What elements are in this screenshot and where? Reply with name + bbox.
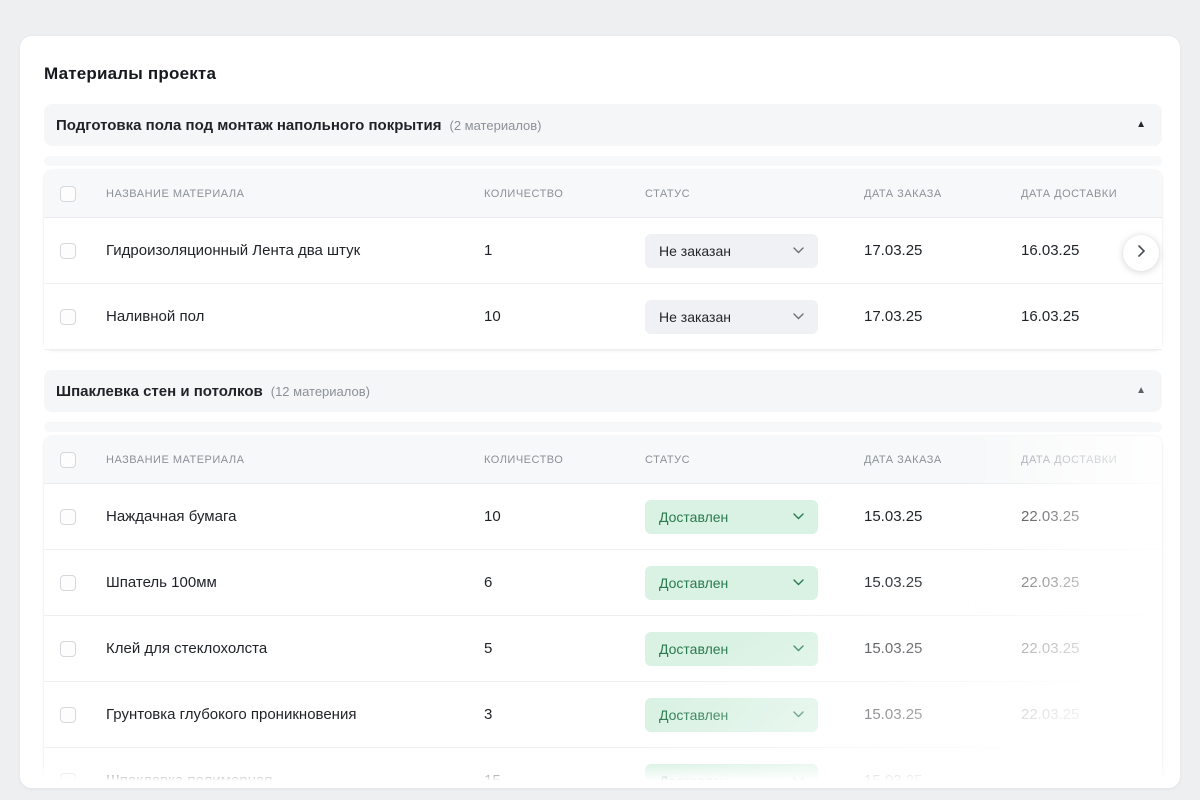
row-checkbox[interactable] (60, 509, 76, 525)
table-row: Шпатель 100мм 6 Доставлен 15.03.25 22.03… (44, 550, 1162, 616)
status-dropdown[interactable]: Доставлен (645, 500, 818, 534)
material-name: Грунтовка глубокого проникновения (106, 706, 484, 723)
delivery-date: 22.03.25 (1021, 772, 1162, 788)
material-name: Шпатель 100мм (106, 574, 484, 591)
table-row: Грунтовка глубокого проникновения 3 Дост… (44, 682, 1162, 748)
order-date: 15.03.25 (864, 574, 1021, 591)
table-row: Гидроизоляционный Лента два штук 1 Не за… (44, 218, 1162, 284)
row-checkbox[interactable] (60, 309, 76, 325)
order-date: 15.03.25 (864, 640, 1021, 657)
order-date: 17.03.25 (864, 308, 1021, 325)
section-count: (2 материалов) (450, 118, 542, 133)
material-name: Наливной пол (106, 308, 484, 325)
chevron-down-icon (793, 579, 804, 586)
row-checkbox[interactable] (60, 641, 76, 657)
material-name: Наждачная бумага (106, 508, 484, 525)
material-name: Гидроизоляционный Лента два штук (106, 242, 484, 259)
chevron-down-icon (793, 711, 804, 718)
column-header-order-date: ДАТА ЗАКАЗА (864, 454, 1021, 466)
material-quantity: 6 (484, 574, 645, 591)
row-checkbox[interactable] (60, 773, 76, 789)
materials-table-2: НАЗВАНИЕ МАТЕРИАЛА КОЛИЧЕСТВО СТАТУС ДАТ… (44, 436, 1162, 788)
select-all-checkbox[interactable] (60, 186, 76, 202)
status-label: Не заказан (659, 243, 731, 259)
table-row: Наждачная бумага 10 Доставлен 15.03.25 2… (44, 484, 1162, 550)
column-header-name: НАЗВАНИЕ МАТЕРИАЛА (106, 454, 484, 466)
status-label: Не заказан (659, 309, 731, 325)
column-header-quantity: КОЛИЧЕСТВО (484, 454, 645, 466)
column-header-status: СТАТУС (645, 188, 864, 200)
delivery-date: 22.03.25 (1021, 640, 1162, 657)
column-header-name: НАЗВАНИЕ МАТЕРИАЛА (106, 188, 484, 200)
collapse-triangle-icon[interactable]: ▲ (1136, 120, 1146, 130)
row-checkbox[interactable] (60, 243, 76, 259)
status-dropdown[interactable]: Доставлен (645, 764, 818, 789)
material-name: Шпаклевка полимерная (106, 772, 484, 788)
delivery-date: 22.03.25 (1021, 508, 1162, 525)
order-date: 15.03.25 (864, 508, 1021, 525)
status-dropdown[interactable]: Доставлен (645, 632, 818, 666)
material-quantity: 3 (484, 706, 645, 723)
status-dropdown[interactable]: Не заказан (645, 300, 818, 334)
section-count: (12 материалов) (271, 384, 370, 399)
table-top-strip (44, 422, 1162, 432)
status-label: Доставлен (659, 509, 728, 525)
materials-table-1: НАЗВАНИЕ МАТЕРИАЛА КОЛИЧЕСТВО СТАТУС ДАТ… (44, 170, 1162, 350)
section-header-floor-prep[interactable]: Подготовка пола под монтаж напольного по… (44, 104, 1162, 146)
order-date: 15.03.25 (864, 706, 1021, 723)
table-header-row: НАЗВАНИЕ МАТЕРИАЛА КОЛИЧЕСТВО СТАТУС ДАТ… (44, 436, 1162, 484)
chevron-down-icon (793, 777, 804, 784)
row-checkbox[interactable] (60, 575, 76, 591)
chevron-down-icon (793, 247, 804, 254)
column-header-delivery-date: ДАТА ДОСТАВКИ (1021, 188, 1162, 200)
status-dropdown[interactable]: Доставлен (645, 566, 818, 600)
table-header-row: НАЗВАНИЕ МАТЕРИАЛА КОЛИЧЕСТВО СТАТУС ДАТ… (44, 170, 1162, 218)
chevron-down-icon (793, 313, 804, 320)
material-name: Клей для стеклохолста (106, 640, 484, 657)
collapse-triangle-icon[interactable]: ▲ (1136, 386, 1146, 396)
delivery-date: 22.03.25 (1021, 574, 1162, 591)
column-header-delivery-date: ДАТА ДОСТАВКИ (1021, 454, 1162, 466)
chevron-down-icon (793, 513, 804, 520)
column-header-quantity: КОЛИЧЕСТВО (484, 188, 645, 200)
table-row: Клей для стеклохолста 5 Доставлен 15.03.… (44, 616, 1162, 682)
table-row: Шпаклевка полимерная 15 Доставлен 15.03.… (44, 748, 1162, 788)
column-header-status: СТАТУС (645, 454, 864, 466)
order-date: 17.03.25 (864, 242, 1021, 259)
page-title: Материалы проекта (44, 64, 1162, 84)
delivery-date: 22.03.25 (1021, 706, 1162, 723)
column-header-order-date: ДАТА ЗАКАЗА (864, 188, 1021, 200)
status-label: Доставлен (659, 773, 728, 789)
chevron-down-icon (793, 645, 804, 652)
order-date: 15.03.25 (864, 772, 1021, 788)
material-quantity: 1 (484, 242, 645, 259)
status-label: Доставлен (659, 641, 728, 657)
chevron-right-icon (1138, 244, 1145, 262)
material-quantity: 10 (484, 508, 645, 525)
material-quantity: 15 (484, 772, 645, 788)
delivery-date: 16.03.25 (1021, 308, 1162, 325)
table-row: Наливной пол 10 Не заказан 17.03.25 16.0… (44, 284, 1162, 350)
material-quantity: 10 (484, 308, 645, 325)
materials-card: Материалы проекта Подготовка пола под мо… (20, 36, 1180, 788)
status-label: Доставлен (659, 575, 728, 591)
material-quantity: 5 (484, 640, 645, 657)
select-all-checkbox[interactable] (60, 452, 76, 468)
scroll-right-button[interactable] (1123, 235, 1159, 271)
row-checkbox[interactable] (60, 707, 76, 723)
section-title: Шпаклевка стен и потолков (56, 383, 263, 400)
status-dropdown[interactable]: Доставлен (645, 698, 818, 732)
section-header-putty[interactable]: Шпаклевка стен и потолков (12 материалов… (44, 370, 1162, 412)
table-top-strip (44, 156, 1162, 166)
status-label: Доставлен (659, 707, 728, 723)
section-title: Подготовка пола под монтаж напольного по… (56, 117, 442, 134)
status-dropdown[interactable]: Не заказан (645, 234, 818, 268)
